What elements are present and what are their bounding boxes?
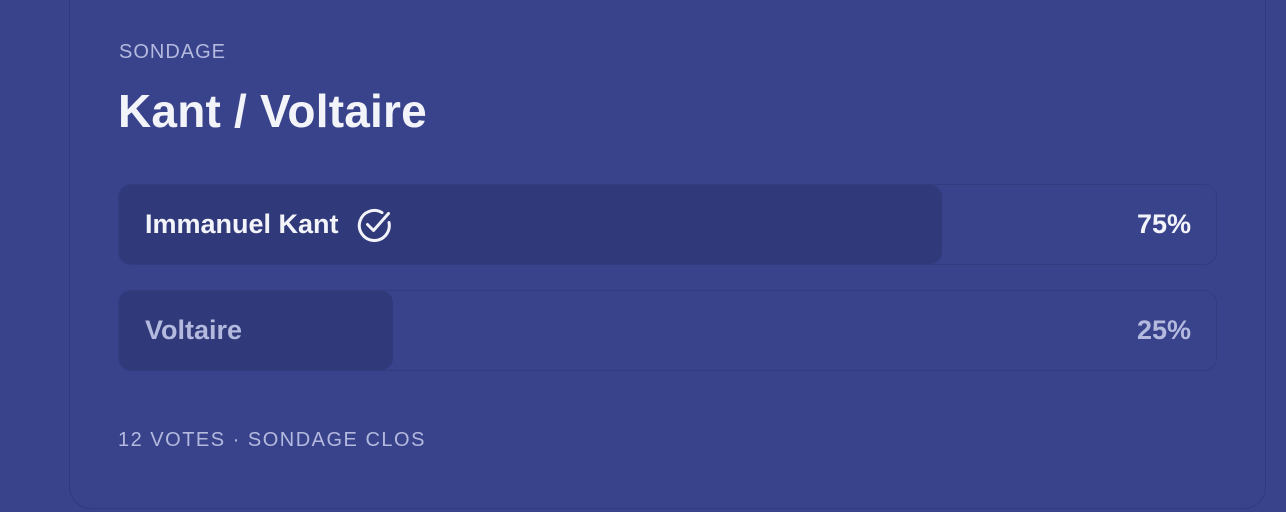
poll-eyebrow: SONDAGE: [119, 41, 227, 63]
check-circle-icon: [355, 205, 395, 245]
poll-option-label: Immanuel Kant: [145, 209, 339, 239]
poll-option-label-wrap: Immanuel Kant: [145, 185, 395, 264]
poll-option-percent: 75%: [1136, 209, 1191, 239]
poll-option-label-wrap: Voltaire: [145, 291, 242, 370]
poll-footer: 12 VOTES · SONDAGE CLOS: [118, 429, 426, 451]
poll-option-kant[interactable]: Immanuel Kant 75%: [118, 184, 1217, 265]
poll-option-label: Voltaire: [145, 315, 243, 345]
poll-title: Kant / Voltaire: [118, 85, 427, 137]
poll-option-percent: 25%: [1136, 315, 1191, 345]
poll-option-voltaire[interactable]: Voltaire 25%: [118, 290, 1217, 371]
